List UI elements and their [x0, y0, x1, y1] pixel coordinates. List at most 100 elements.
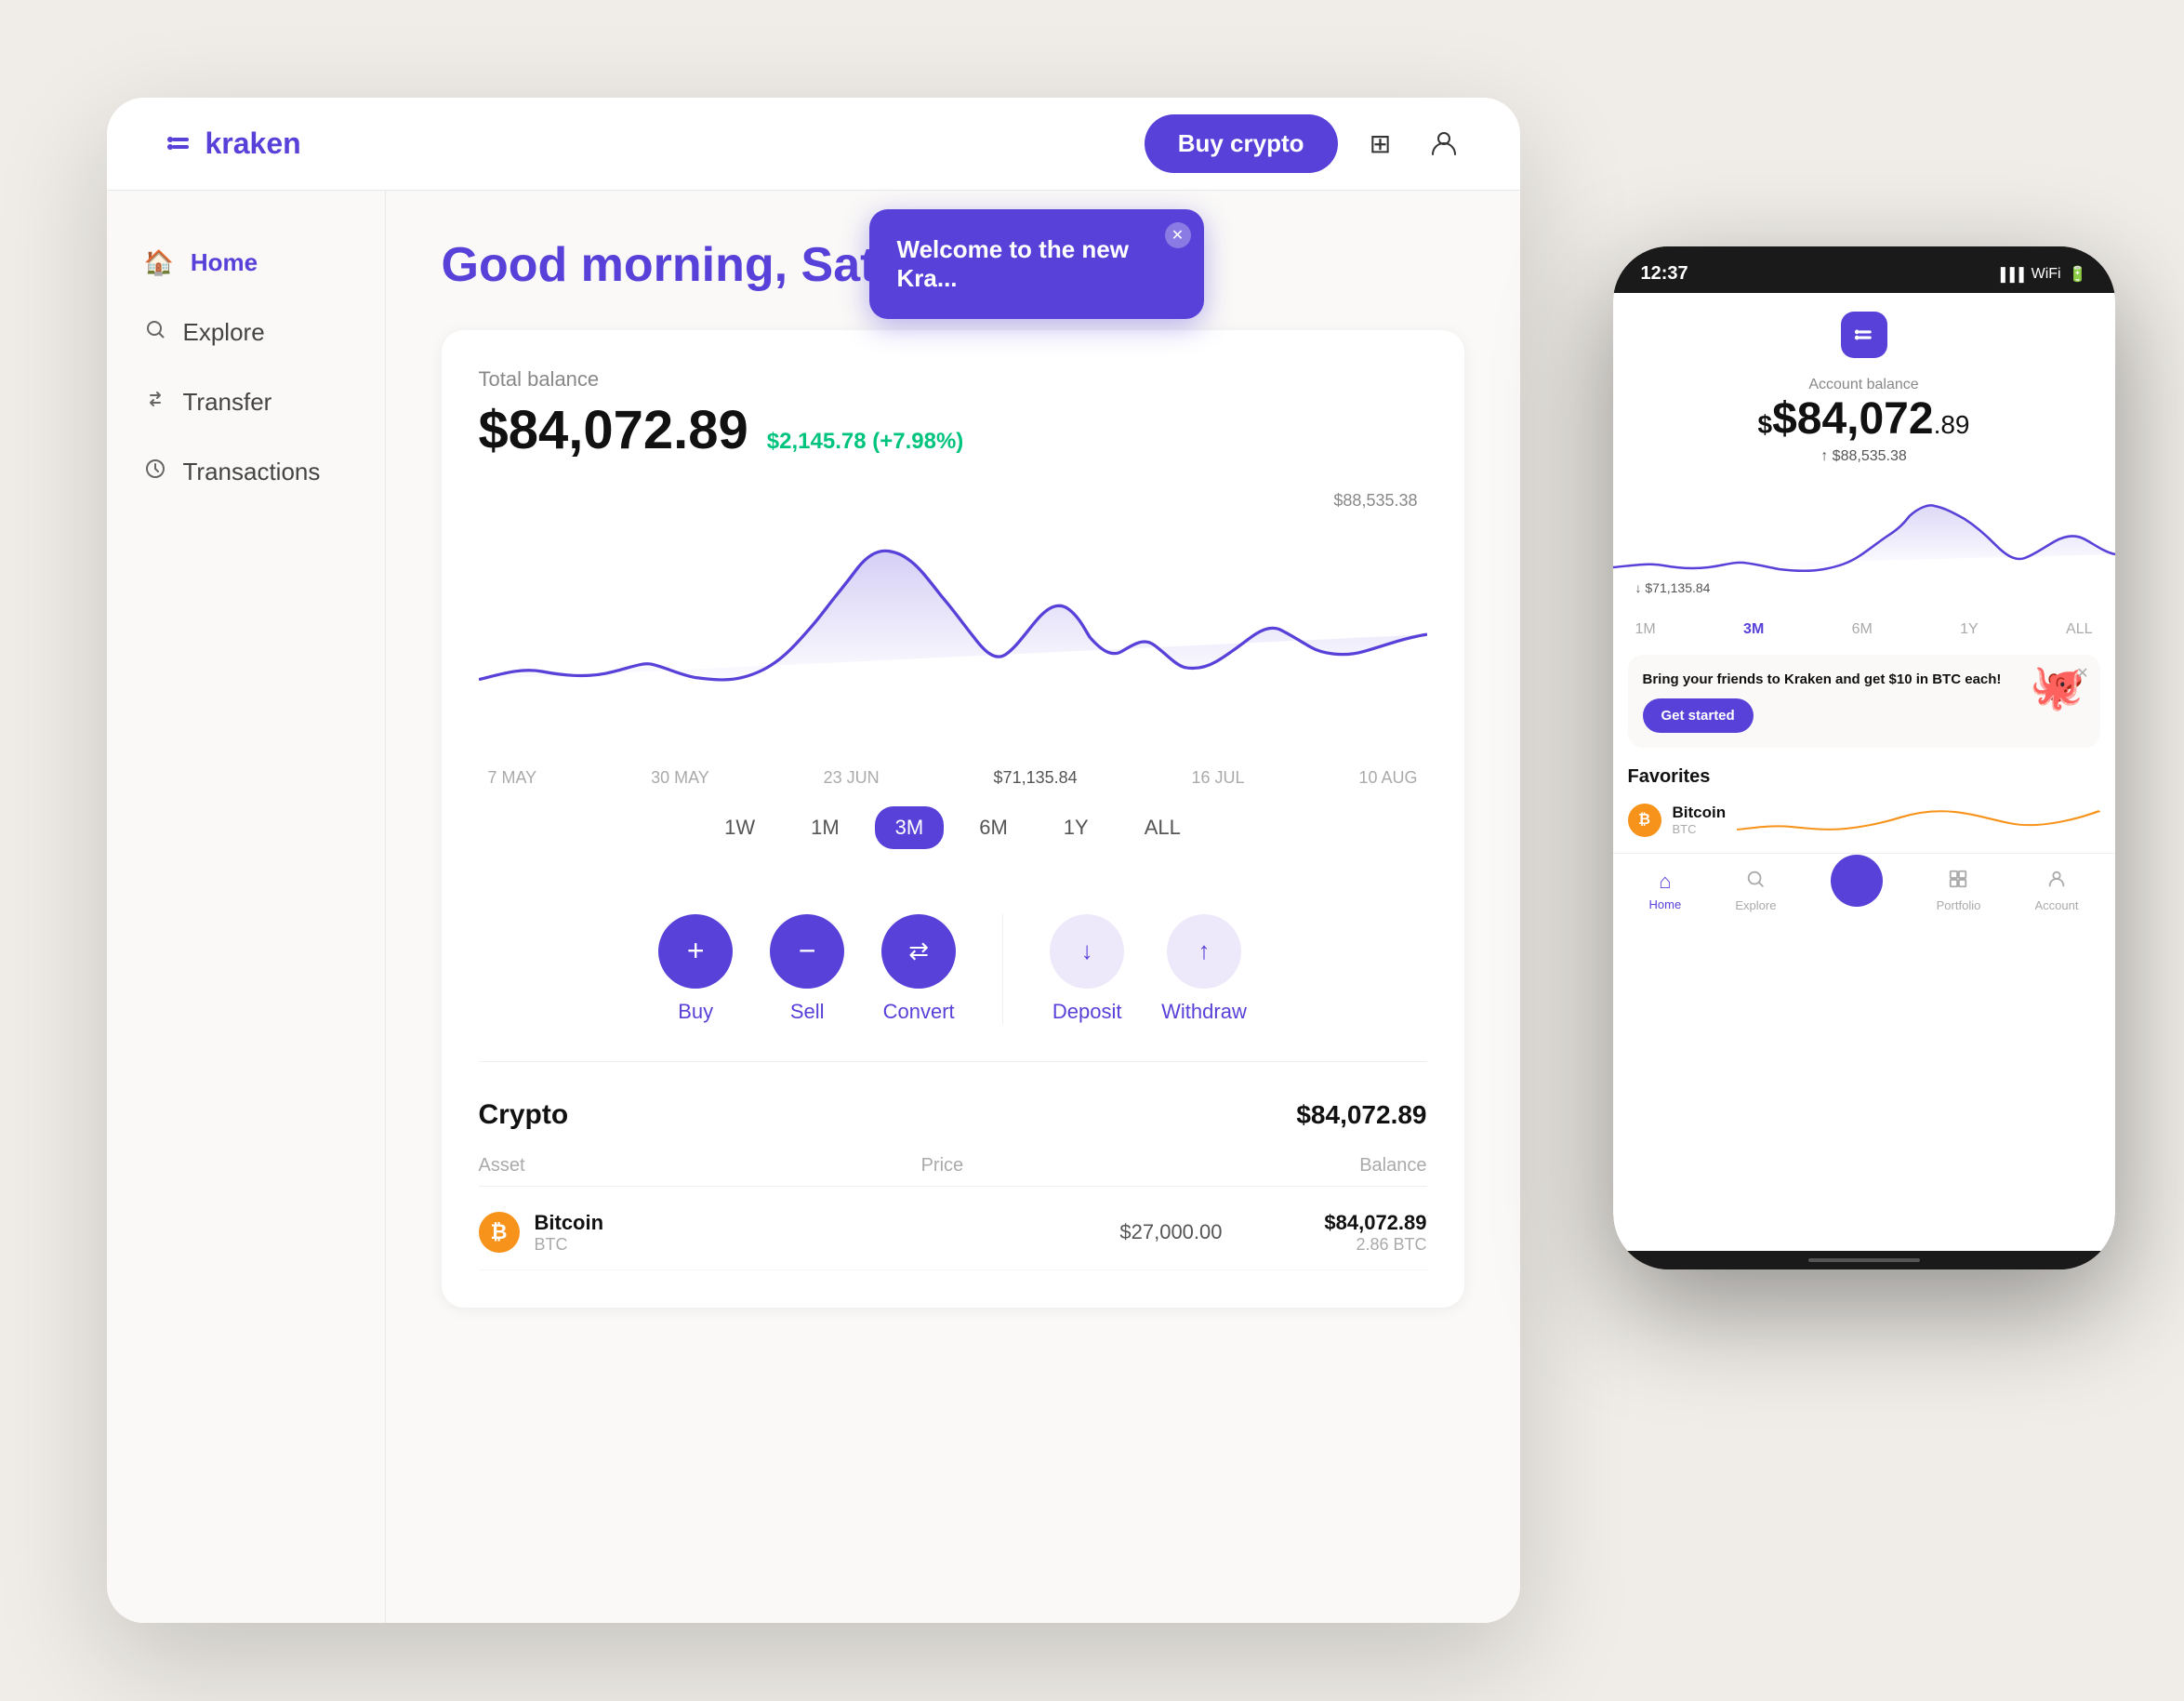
convert-label: Convert [883, 1000, 955, 1024]
phone: 12:37 ▐▐▐ WiFi 🔋 Account ba [1613, 246, 2115, 1269]
time-filters: 1W 1M 3M 6M 1Y ALL [479, 806, 1427, 849]
logo-text: kraken [205, 126, 301, 161]
chart-x-labels: 7 MAY 30 MAY 23 JUN $71,135.84 16 JUL 10… [479, 768, 1427, 788]
main-content: Good morning, Satoshi Total balance $84,… [386, 191, 1520, 1623]
phone-referral-banner: Bring your friends to Kraken and get $10… [1628, 655, 2100, 748]
table-headers: Asset Price Balance [479, 1146, 1427, 1187]
phone-home-indicator [1613, 1251, 2115, 1269]
asset-info: ₿ Bitcoin BTC [479, 1211, 851, 1255]
col-price: Price [921, 1155, 964, 1176]
phone-chart: ↓ $71,135.84 [1613, 465, 2115, 614]
crypto-total: $84,072.89 [1296, 1100, 1426, 1130]
chart-label-23jun: 23 JUN [824, 768, 880, 788]
fav-asset-name: Bitcoin [1673, 804, 1727, 822]
buy-circle-button[interactable]: + [658, 914, 733, 989]
transfer-icon [144, 388, 166, 417]
referral-content: Bring your friends to Kraken and get $10… [1643, 670, 2020, 733]
asset-name-group: Bitcoin BTC [535, 1211, 604, 1255]
referral-cta-button[interactable]: Get started [1643, 698, 1754, 733]
sidebar-label-explore: Explore [183, 318, 265, 347]
referral-close-button[interactable]: ✕ [2076, 664, 2088, 683]
time-filter-1y[interactable]: 1Y [1043, 806, 1109, 849]
time-filter-1m[interactable]: 1M [790, 806, 860, 849]
kraken-logo: kraken [163, 126, 301, 161]
phone-filter-1y[interactable]: 1Y [1960, 621, 1979, 638]
chart-svg [479, 489, 1427, 750]
sidebar-label-home: Home [191, 248, 258, 277]
explore-icon [144, 318, 166, 347]
grid-icon[interactable]: ⊞ [1360, 123, 1401, 164]
phone-time: 12:37 [1641, 263, 1688, 285]
phone-header [1613, 293, 2115, 367]
phone-nav-portfolio-icon [1948, 869, 1968, 895]
buy-crypto-button[interactable]: Buy crypto [1145, 114, 1338, 173]
convert-action[interactable]: ⇄ Convert [881, 914, 956, 1024]
phone-nav-account-label: Account [2034, 898, 2078, 912]
phone-favorites: Favorites ₿ Bitcoin BTC [1613, 757, 2115, 853]
balance-amount: $84,072.89 [479, 399, 748, 461]
convert-circle-button[interactable]: ⇄ [881, 914, 956, 989]
buy-action[interactable]: + Buy [658, 914, 733, 1024]
phone-nav-portfolio[interactable]: Portfolio [1937, 869, 1981, 912]
asset-price: $27,000.00 [851, 1220, 1260, 1244]
time-filter-all[interactable]: ALL [1124, 806, 1201, 849]
deposit-action[interactable]: ↓ Deposit [1050, 914, 1124, 1024]
sidebar-item-explore[interactable]: Explore [107, 298, 385, 367]
phone-filter-6m[interactable]: 6M [1852, 621, 1873, 638]
asset-balance-group: $84,072.89 2.86 BTC [1260, 1211, 1427, 1255]
welcome-banner: ✕ Welcome to the new Kra... [869, 209, 1204, 319]
deposit-label: Deposit [1052, 1000, 1122, 1024]
sell-circle-button[interactable]: − [770, 914, 844, 989]
phone-nav-home[interactable]: ⌂ Home [1649, 870, 1682, 911]
time-filter-6m[interactable]: 6M [959, 806, 1028, 849]
sell-action[interactable]: − Sell [770, 914, 844, 1024]
tablet-body: 🏠 Home Explore Transfer [107, 191, 1520, 1623]
withdraw-circle-button[interactable]: ↑ [1167, 914, 1241, 989]
deposit-circle-button[interactable]: ↓ [1050, 914, 1124, 989]
phone-filter-3m[interactable]: 3M [1743, 621, 1764, 638]
signal-icon: ▐▐▐ [1996, 267, 2024, 282]
col-balance: Balance [1359, 1155, 1426, 1176]
phone-nav-center-button[interactable] [1831, 855, 1883, 907]
sidebar-item-home[interactable]: 🏠 Home [107, 228, 385, 298]
phone-balance-amount: $$84,072.89 [1635, 393, 2093, 445]
fav-asset-ticker: BTC [1673, 822, 1727, 836]
balance-row: $84,072.89 $2,145.78 (+7.98%) [479, 399, 1427, 461]
phone-balance-high: ↑ $88,535.38 [1635, 448, 2093, 465]
phone-balance-main: $84,072 [1772, 394, 1934, 444]
phone-balance-dollar: $ [1757, 410, 1772, 439]
phone-filter-1m[interactable]: 1M [1635, 621, 1656, 638]
transactions-icon [144, 458, 166, 486]
phone-nav-account[interactable]: Account [2034, 869, 2078, 912]
home-indicator-bar [1808, 1258, 1920, 1262]
asset-sub-balance: 2.86 BTC [1260, 1235, 1427, 1255]
referral-text: Bring your friends to Kraken and get $10… [1643, 670, 2020, 689]
sidebar-item-transfer[interactable]: Transfer [107, 367, 385, 437]
welcome-close-button[interactable]: ✕ [1165, 222, 1191, 248]
chart-label-30may: 30 MAY [651, 768, 709, 788]
time-filter-1w[interactable]: 1W [704, 806, 775, 849]
crypto-title: Crypto [479, 1099, 569, 1131]
chart-label-10aug: 10 AUG [1358, 768, 1417, 788]
fav-item-btc[interactable]: ₿ Bitcoin BTC [1628, 797, 2100, 844]
kraken-logo-icon [163, 126, 196, 160]
asset-name: Bitcoin [535, 1211, 604, 1235]
btc-icon: ₿ [479, 1212, 520, 1253]
time-filter-3m[interactable]: 3M [875, 806, 945, 849]
chart-label-16jul: 16 JUL [1192, 768, 1245, 788]
wifi-icon: WiFi [2032, 266, 2061, 283]
phone-nav-explore[interactable]: Explore [1735, 869, 1776, 912]
phone-nav-explore-label: Explore [1735, 898, 1776, 912]
user-icon[interactable] [1423, 123, 1464, 164]
chart-high-label: $88,535.38 [1333, 491, 1417, 511]
phone-nav-convert[interactable] [1831, 873, 1883, 907]
battery-icon: 🔋 [2069, 265, 2087, 284]
phone-chart-low-label: ↓ $71,135.84 [1635, 580, 1711, 595]
withdraw-action[interactable]: ↑ Withdraw [1161, 914, 1247, 1024]
fav-mini-chart [1737, 797, 2099, 844]
sidebar-item-transactions[interactable]: Transactions [107, 437, 385, 507]
fav-btc-icon: ₿ [1628, 804, 1661, 837]
table-row[interactable]: ₿ Bitcoin BTC $27,000.00 $84,072.89 2.86… [479, 1196, 1427, 1270]
favorites-title: Favorites [1628, 766, 2100, 788]
phone-filter-all[interactable]: ALL [2066, 621, 2092, 638]
